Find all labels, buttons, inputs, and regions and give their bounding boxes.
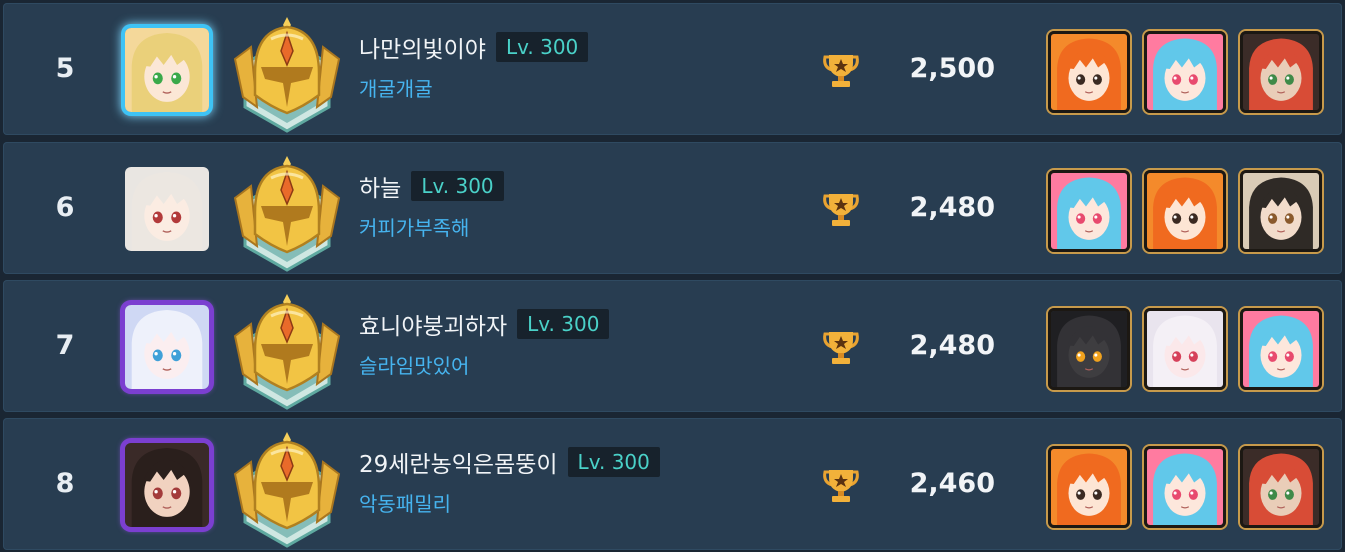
silver-hair-hero-portrait: [125, 167, 209, 251]
hero-portrait[interactable]: [1144, 446, 1226, 528]
hero-portrait[interactable]: [1240, 170, 1322, 252]
score-value: 2,480: [909, 330, 995, 361]
avatar-frame: [125, 28, 209, 112]
player-name[interactable]: 나만의빛이야: [359, 30, 486, 64]
orange-hair-hero: [1051, 449, 1127, 525]
name-line: 효니야붕괴하자 Lv. 300: [359, 304, 610, 344]
dark-hair-hero: [1243, 173, 1319, 249]
player-avatar[interactable]: [111, 295, 219, 399]
hero-lineup: [1048, 170, 1322, 252]
player-info: 하늘 Lv. 300 커피가부족해: [359, 166, 504, 241]
avatar-frame: [125, 443, 209, 527]
blue-hair-hero: [1147, 34, 1223, 110]
trophy-icon: [821, 51, 861, 91]
ranking-row[interactable]: 8 29세란농익은몸뚱이 Lv. 300 악동패밀리 2,460: [3, 418, 1342, 550]
rank-number: 5: [55, 53, 75, 84]
hero-portrait[interactable]: [1048, 31, 1130, 113]
player-avatar[interactable]: [111, 18, 219, 122]
gold-helmet-badge: [231, 150, 343, 272]
avatar-frame: [125, 305, 209, 389]
level-badge: Lv. 300: [411, 171, 504, 201]
rank-number: 7: [55, 330, 75, 361]
dark-armor-hero: [1051, 311, 1127, 387]
trophy-icon: [821, 328, 861, 368]
hero-portrait[interactable]: [1144, 170, 1226, 252]
dark-hair-hero-portrait: [125, 443, 209, 527]
score-value: 2,480: [909, 192, 995, 223]
player-info: 나만의빛이야 Lv. 300 개굴개굴: [359, 27, 589, 102]
gold-helmet-badge: [231, 11, 343, 133]
white-hair-hero: [1147, 311, 1223, 387]
name-line: 나만의빛이야 Lv. 300: [359, 27, 589, 67]
guild-name[interactable]: 슬라임맛있어: [359, 350, 609, 379]
score-value: 2,460: [909, 468, 995, 499]
player-avatar[interactable]: [111, 157, 219, 261]
trophy-icon: [821, 466, 861, 506]
trophy-icon: [821, 190, 861, 230]
name-line: 29세란농익은몸뚱이 Lv. 300: [359, 442, 660, 482]
gold-helmet-badge: [231, 426, 343, 548]
guild-name[interactable]: 개굴개굴: [359, 73, 588, 102]
player-info: 29세란농익은몸뚱이 Lv. 300 악동패밀리: [359, 442, 660, 517]
hero-lineup: [1048, 308, 1322, 390]
ranking-row[interactable]: 6 하늘 Lv. 300 커피가부족해 2,480: [3, 142, 1342, 274]
dark-hat-hero: [1243, 449, 1319, 525]
hero-portrait[interactable]: [1144, 308, 1226, 390]
hero-portrait[interactable]: [1240, 308, 1322, 390]
name-line: 하늘 Lv. 300: [359, 166, 504, 206]
hero-portrait[interactable]: [1144, 31, 1226, 113]
player-name[interactable]: 29세란농익은몸뚱이: [359, 445, 558, 479]
rank-number: 8: [55, 468, 75, 499]
blonde-hero-portrait: [125, 28, 209, 112]
dark-hat-hero: [1243, 34, 1319, 110]
guild-name[interactable]: 악동패밀리: [359, 488, 660, 517]
blue-hair-hero: [1147, 449, 1223, 525]
hero-portrait[interactable]: [1048, 308, 1130, 390]
orange-hair-hero: [1147, 173, 1223, 249]
player-avatar[interactable]: [111, 433, 219, 537]
blue-hair-hero: [1051, 173, 1127, 249]
hero-lineup: [1048, 446, 1322, 528]
hero-portrait[interactable]: [1048, 446, 1130, 528]
hero-portrait[interactable]: [1240, 31, 1322, 113]
guild-name[interactable]: 커피가부족해: [359, 212, 504, 241]
white-hair-hero-portrait: [125, 305, 209, 389]
ranking-list: 5 나만의빛이야 Lv. 300 개굴개굴 2,500 6 하늘 Lv. 300 커피가부족해 2…: [0, 0, 1345, 550]
player-info: 효니야붕괴하자 Lv. 300 슬라임맛있어: [359, 304, 610, 379]
blue-hair-hero: [1243, 311, 1319, 387]
gold-helmet-badge: [231, 288, 343, 410]
level-badge: Lv. 300: [517, 309, 610, 339]
level-badge: Lv. 300: [567, 447, 660, 477]
score-value: 2,500: [909, 53, 995, 84]
rank-number: 6: [55, 192, 75, 223]
orange-hair-hero: [1051, 34, 1127, 110]
ranking-row[interactable]: 7 효니야붕괴하자 Lv. 300 슬라임맛있어 2,480: [3, 280, 1342, 412]
hero-lineup: [1048, 31, 1322, 113]
player-name[interactable]: 효니야붕괴하자: [359, 307, 507, 341]
avatar-frame: [125, 167, 209, 251]
player-name[interactable]: 하늘: [359, 169, 401, 203]
ranking-row[interactable]: 5 나만의빛이야 Lv. 300 개굴개굴 2,500: [3, 3, 1342, 135]
level-badge: Lv. 300: [495, 32, 589, 62]
hero-portrait[interactable]: [1048, 170, 1130, 252]
hero-portrait[interactable]: [1240, 446, 1322, 528]
